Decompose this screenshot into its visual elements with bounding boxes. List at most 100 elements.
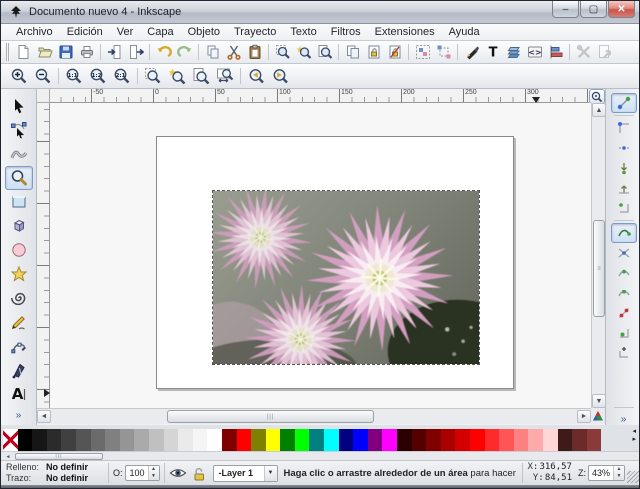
zoom-to-page-button[interactable] [314,42,335,62]
snap-bbox-button[interactable] [611,118,637,138]
vertical-scrollbar[interactable]: ▲ ≡ ▼ [591,103,605,408]
zoom-to-drawing-button[interactable] [293,42,314,62]
palette-swatch[interactable] [251,429,266,451]
palette-swatch[interactable] [237,429,252,451]
window-resize-grip[interactable] [627,471,639,483]
palette-swatch[interactable] [587,429,602,451]
menu-item[interactable]: Edición [60,25,110,39]
palette-swatch[interactable] [441,429,456,451]
snap-to-paths-button[interactable] [611,223,637,243]
palette-swatch[interactable] [455,429,470,451]
palette-swatch[interactable] [543,429,558,451]
palette-scroll-left-icon[interactable]: ◂ [632,428,636,436]
snap-rotation-centers-button[interactable] [611,343,637,363]
palette-scrollbar-thumb[interactable]: III [15,453,103,460]
copy-button[interactable] [202,42,223,62]
zoom-drawing-button[interactable] [165,65,189,87]
inkscape-preferences-button[interactable] [573,42,594,62]
ungroup-button[interactable] [433,42,454,62]
fill-stroke-indicator[interactable]: Relleno: No definir Trazo: No definir [1,462,104,484]
palette-swatch[interactable] [280,429,295,451]
tool-calligraphy[interactable] [5,358,33,382]
palette-scrollbar-left-button[interactable]: ◄ [3,453,13,460]
menu-item[interactable]: Extensiones [368,25,442,39]
opacity-down-icon[interactable]: ▼ [149,473,159,480]
palette-swatch[interactable] [18,429,33,451]
palette-swatch[interactable] [61,429,76,451]
layers-dialog-button[interactable] [503,42,524,62]
palette-swatch[interactable] [222,429,237,451]
undo-button[interactable] [153,42,174,62]
import-button[interactable] [104,42,125,62]
vertical-scroll-thumb[interactable]: ≡ [593,220,605,317]
zoom-1-1-button[interactable]: 1:1 [62,65,86,87]
snap-midpoints-button[interactable] [611,303,637,323]
palette-swatch[interactable] [309,429,324,451]
tool-bezier-pen[interactable] [5,334,33,358]
palette-swatch[interactable] [499,429,514,451]
menu-item[interactable]: Filtros [324,25,368,39]
zoom-1-2-button[interactable]: 1:2 [86,65,110,87]
layer-dropdown-icon[interactable]: ▼ [264,466,277,481]
palette-swatch[interactable] [426,429,441,451]
palette-swatch[interactable] [353,429,368,451]
palette-swatch[interactable] [412,429,427,451]
create-clone-button[interactable] [363,42,384,62]
snap-smooth-nodes-button[interactable] [611,283,637,303]
align-dialog-button[interactable] [545,42,566,62]
canvas-corner-button[interactable] [589,89,605,104]
palette-swatch[interactable] [295,429,310,451]
palette-swatch[interactable] [149,429,164,451]
palette-swatch[interactable] [382,429,397,451]
tool-selector[interactable] [5,94,33,118]
current-layer-selector[interactable]: -Layer 1 ▼ [213,465,278,482]
text-dialog-button[interactable]: T [482,42,503,62]
tool-tweak[interactable] [5,142,33,166]
palette-swatch[interactable] [339,429,354,451]
palette-swatch[interactable] [324,429,339,451]
unlink-clone-button[interactable] [384,42,405,62]
zoom-selection-button[interactable] [141,65,165,87]
close-button[interactable]: ✕ [608,1,635,18]
snap-bbox-corners-button[interactable] [611,158,637,178]
zoom-in-button[interactable] [7,65,31,87]
palette-swatch[interactable] [105,429,120,451]
menu-item[interactable]: Archivo [9,25,60,39]
toolbox-overflow-button[interactable]: » [16,410,22,421]
tool-zoom[interactable] [5,166,33,190]
snap-object-centers-button[interactable] [611,323,637,343]
palette-swatch[interactable] [134,429,149,451]
document-properties-button[interactable] [594,42,615,62]
cut-button[interactable] [223,42,244,62]
palette-swatch[interactable] [32,429,47,451]
menu-item[interactable]: Ayuda [442,25,487,39]
xml-editor-button[interactable]: <> [524,42,545,62]
snapbar-overflow-button[interactable]: » [621,414,627,425]
selected-image[interactable] [212,190,480,365]
scroll-up-button[interactable]: ▲ [592,103,606,117]
zoom-spinbox[interactable]: 43% ▲▼ [588,465,625,481]
tool-spiral[interactable] [5,286,33,310]
duplicate-button[interactable] [342,42,363,62]
tool-3d-box[interactable] [5,214,33,238]
scroll-down-button[interactable]: ▼ [592,394,606,408]
snap-path-intersections-button[interactable] [611,243,637,263]
palette-swatch[interactable] [3,429,18,451]
zoom-previous-button[interactable] [244,65,268,87]
zoom-next-button[interactable] [268,65,292,87]
redo-button[interactable] [174,42,195,62]
paste-button[interactable] [244,42,265,62]
new-document-button[interactable] [13,42,34,62]
fill-stroke-dialog-button[interactable] [461,42,482,62]
opacity-spinbox[interactable]: 100 ▲▼ [125,465,160,481]
tool-rectangle[interactable] [5,190,33,214]
palette-swatch[interactable] [514,429,529,451]
zoom-2-1-button[interactable]: 2:1 [110,65,134,87]
palette-swatch[interactable] [47,429,62,451]
menu-item[interactable]: Texto [283,25,323,39]
palette-swatch[interactable] [164,429,179,451]
layer-visibility-icon[interactable] [169,466,187,480]
snap-bbox-edges-button[interactable] [611,138,637,158]
tool-text[interactable]: A [5,382,33,406]
menu-item[interactable]: Capa [140,25,180,39]
